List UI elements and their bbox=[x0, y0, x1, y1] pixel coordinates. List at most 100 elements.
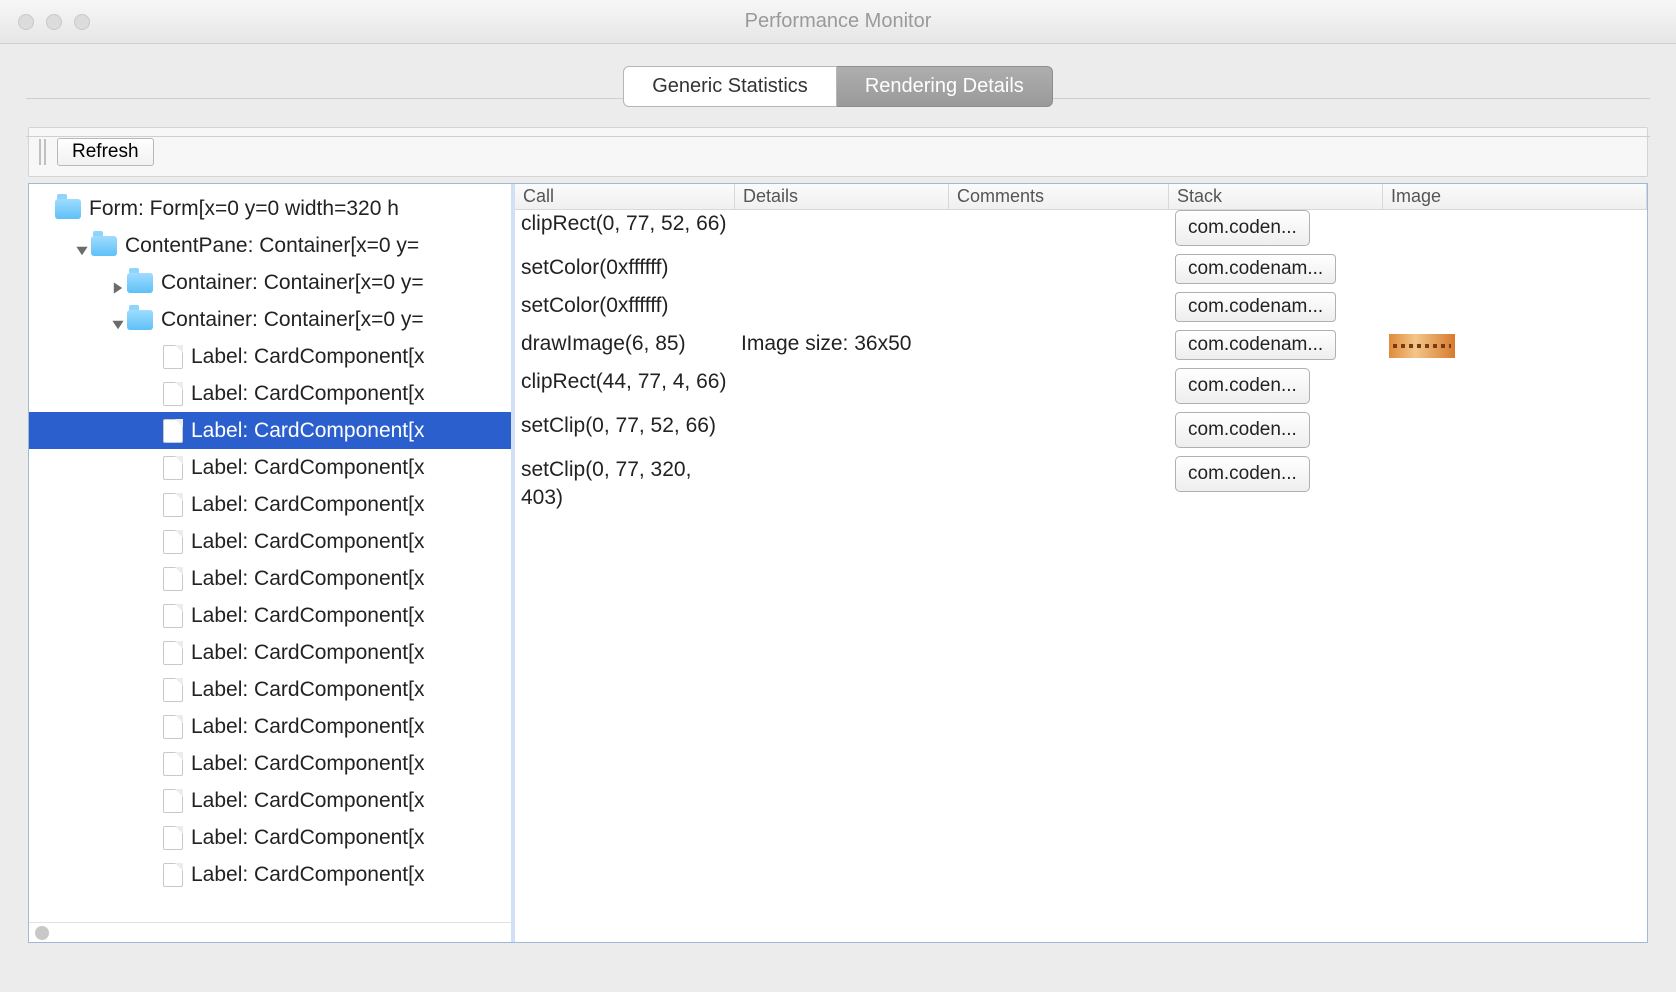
tree-row[interactable]: Label: CardComponent[x bbox=[29, 412, 511, 449]
cell-call: setClip(0, 77, 52, 66) bbox=[515, 412, 735, 440]
stack-button[interactable]: com.codenam... bbox=[1175, 292, 1336, 322]
tree-row-label: Label: CardComponent[x bbox=[191, 493, 424, 517]
tree-row[interactable]: Label: CardComponent[x bbox=[29, 523, 511, 560]
cell-stack: com.codenam... bbox=[1169, 292, 1383, 330]
tree-row[interactable]: Container: Container[x=0 y= bbox=[29, 264, 511, 301]
tree-row[interactable]: Container: Container[x=0 y= bbox=[29, 301, 511, 338]
file-icon bbox=[163, 419, 183, 443]
tab-segment: Generic Statistics Rendering Details bbox=[623, 66, 1053, 107]
table-row[interactable]: setColor(0xffffff) com.codenam... bbox=[515, 292, 1647, 330]
tree-row-label: Container: Container[x=0 y= bbox=[161, 271, 424, 295]
component-tree[interactable]: Form: Form[x=0 y=0 width=320 h ContentPan… bbox=[29, 184, 515, 942]
file-icon bbox=[163, 752, 183, 776]
window-title: Performance Monitor bbox=[0, 10, 1676, 33]
stack-button[interactable]: com.codenam... bbox=[1175, 254, 1336, 284]
folder-icon bbox=[127, 310, 153, 330]
tab-rendering-details[interactable]: Rendering Details bbox=[837, 66, 1053, 107]
cell-stack: com.coden... bbox=[1169, 456, 1383, 500]
minimize-icon[interactable] bbox=[46, 14, 62, 30]
stack-button[interactable]: com.coden... bbox=[1175, 412, 1310, 448]
tree-row[interactable]: Label: CardComponent[x bbox=[29, 634, 511, 671]
tree-row[interactable]: Label: CardComponent[x bbox=[29, 671, 511, 708]
disclosure-blank bbox=[147, 610, 161, 624]
details-table: Call Details Comments Stack Image clipRe… bbox=[515, 184, 1647, 942]
file-icon bbox=[163, 678, 183, 702]
tree-row[interactable]: Label: CardComponent[x bbox=[29, 338, 511, 375]
tree-row[interactable]: ContentPane: Container[x=0 y= bbox=[29, 227, 511, 264]
cell-call: drawImage(6, 85) bbox=[515, 330, 735, 358]
tree-row[interactable]: Label: CardComponent[x bbox=[29, 449, 511, 486]
stack-button[interactable]: com.coden... bbox=[1175, 368, 1310, 404]
tree-row[interactable]: Label: CardComponent[x bbox=[29, 856, 511, 893]
image-thumbnail bbox=[1389, 334, 1455, 358]
tree-row[interactable]: Form: Form[x=0 y=0 width=320 h bbox=[29, 190, 511, 227]
tree-row-label: Container: Container[x=0 y= bbox=[161, 308, 424, 332]
titlebar: Performance Monitor bbox=[0, 0, 1676, 44]
tree-row[interactable]: Label: CardComponent[x bbox=[29, 819, 511, 856]
stack-button[interactable]: com.coden... bbox=[1175, 456, 1310, 492]
file-icon bbox=[163, 604, 183, 628]
stack-button[interactable]: com.codenam... bbox=[1175, 330, 1336, 360]
zoom-icon[interactable] bbox=[74, 14, 90, 30]
file-icon bbox=[163, 863, 183, 887]
table-row[interactable]: setColor(0xffffff)com.codenam... bbox=[515, 254, 1647, 292]
folder-icon bbox=[127, 273, 153, 293]
column-comments[interactable]: Comments bbox=[949, 184, 1169, 209]
cell-call: setColor(0xffffff) bbox=[515, 292, 735, 320]
disclosure-blank bbox=[39, 203, 53, 217]
column-stack[interactable]: Stack bbox=[1169, 184, 1383, 209]
tree-row-label: Label: CardComponent[x bbox=[191, 567, 424, 591]
tree-row-label: Label: CardComponent[x bbox=[191, 345, 424, 369]
tree-row[interactable]: Label: CardComponent[x bbox=[29, 782, 511, 819]
tree-row-label: Label: CardComponent[x bbox=[191, 789, 424, 813]
table-row[interactable]: setClip(0, 77, 52, 66) com.coden... bbox=[515, 412, 1647, 456]
cell-image bbox=[1383, 330, 1647, 366]
tree-row-label: Label: CardComponent[x bbox=[191, 419, 424, 443]
table-row[interactable]: drawImage(6, 85)Image size: 36x50com.cod… bbox=[515, 330, 1647, 368]
tab-generic-statistics[interactable]: Generic Statistics bbox=[623, 66, 837, 107]
tree-row[interactable]: Label: CardComponent[x bbox=[29, 486, 511, 523]
disclosure-blank bbox=[147, 721, 161, 735]
disclosure-blank bbox=[147, 462, 161, 476]
column-call[interactable]: Call bbox=[515, 184, 735, 209]
column-image[interactable]: Image bbox=[1383, 184, 1647, 209]
table-row[interactable]: clipRect(0, 77, 52, 66)com.coden... bbox=[515, 210, 1647, 254]
tree-row-label: Label: CardComponent[x bbox=[191, 641, 424, 665]
chevron-down-icon[interactable] bbox=[75, 240, 89, 254]
disclosure-blank bbox=[147, 684, 161, 698]
scrollbar-thumb[interactable] bbox=[35, 926, 49, 940]
disclosure-blank bbox=[147, 425, 161, 439]
tree-row[interactable]: Label: CardComponent[x bbox=[29, 597, 511, 634]
tree-row[interactable]: Label: CardComponent[x bbox=[29, 560, 511, 597]
file-icon bbox=[163, 789, 183, 813]
folder-icon bbox=[55, 199, 81, 219]
tree-row[interactable]: Label: CardComponent[x bbox=[29, 745, 511, 782]
tree-row-label: Form: Form[x=0 y=0 width=320 h bbox=[89, 197, 399, 221]
tree-row[interactable]: Label: CardComponent[x bbox=[29, 708, 511, 745]
toolbar-grip-icon bbox=[39, 139, 49, 165]
tree-row-label: ContentPane: Container[x=0 y= bbox=[125, 234, 419, 258]
file-icon bbox=[163, 641, 183, 665]
stack-button[interactable]: com.coden... bbox=[1175, 210, 1310, 246]
file-icon bbox=[163, 456, 183, 480]
content-split: Form: Form[x=0 y=0 width=320 h ContentPan… bbox=[28, 183, 1648, 943]
disclosure-blank bbox=[147, 647, 161, 661]
disclosure-blank bbox=[147, 869, 161, 883]
tree-scrollbar[interactable] bbox=[29, 922, 511, 942]
column-details[interactable]: Details bbox=[735, 184, 949, 209]
splitter-handle[interactable] bbox=[508, 538, 515, 574]
tree-row-label: Label: CardComponent[x bbox=[191, 752, 424, 776]
close-icon[interactable] bbox=[18, 14, 34, 30]
chevron-right-icon[interactable] bbox=[111, 277, 125, 291]
disclosure-blank bbox=[147, 388, 161, 402]
folder-icon bbox=[91, 236, 117, 256]
chevron-down-icon[interactable] bbox=[111, 314, 125, 328]
table-row[interactable]: setClip(0, 77, 320, 403)com.coden... bbox=[515, 456, 1647, 512]
table-row[interactable]: clipRect(44, 77, 4, 66)com.coden... bbox=[515, 368, 1647, 412]
tree-row-label: Label: CardComponent[x bbox=[191, 826, 424, 850]
tree-row-label: Label: CardComponent[x bbox=[191, 382, 424, 406]
file-icon bbox=[163, 530, 183, 554]
tree-row-label: Label: CardComponent[x bbox=[191, 456, 424, 480]
refresh-button[interactable]: Refresh bbox=[57, 138, 154, 166]
tree-row[interactable]: Label: CardComponent[x bbox=[29, 375, 511, 412]
